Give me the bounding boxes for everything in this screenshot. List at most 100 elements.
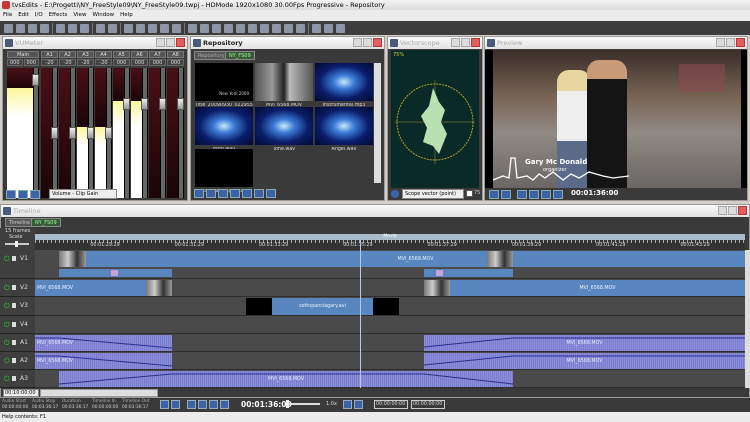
paste-icon[interactable] [80, 23, 89, 33]
power-icon[interactable]: ⏻ [4, 284, 10, 293]
minimize-button[interactable] [451, 38, 460, 47]
minimize-button[interactable] [353, 38, 362, 47]
repo-capture-button[interactable] [206, 189, 216, 198]
menu-file[interactable]: File [3, 12, 12, 18]
repo-color-button[interactable] [230, 189, 240, 198]
maximize-button[interactable] [166, 38, 175, 47]
repository-item[interactable]: Instrumental.mp3 [315, 63, 373, 113]
vu-down-button[interactable] [6, 190, 16, 199]
zoom-icon[interactable] [296, 23, 305, 33]
step-back-button[interactable] [198, 400, 207, 409]
clip-a1-a[interactable]: MVI_6568.MOV [35, 335, 172, 351]
power-icon[interactable] [391, 190, 399, 198]
menu-effects[interactable]: Effects [49, 12, 68, 18]
timeline-position-field[interactable]: 00:10:00:00 [3, 389, 39, 397]
vu-gain-fader[interactable] [123, 97, 130, 110]
repo-grid-button[interactable] [266, 189, 276, 198]
timeline-ruler[interactable] [35, 240, 745, 250]
tab-ny-fs09[interactable]: NY_FS09 [31, 218, 61, 227]
menu-help[interactable]: Help [120, 12, 133, 18]
split-icon[interactable] [124, 23, 133, 33]
group-icon[interactable] [160, 23, 169, 33]
scale-label[interactable]: Scale [5, 234, 35, 240]
go-start-button[interactable] [187, 400, 196, 409]
timeline-hscrollbar[interactable] [40, 389, 158, 397]
render-icon[interactable] [284, 23, 293, 33]
speed-slider[interactable] [286, 400, 320, 408]
undo-icon[interactable] [96, 23, 105, 33]
vu-mode-select[interactable]: Volume - Clip Gain [49, 189, 117, 199]
vu-gain-fader[interactable] [105, 127, 112, 139]
copy-icon[interactable] [68, 23, 77, 33]
monitor-icon[interactable] [260, 23, 269, 33]
lock-icon[interactable] [12, 285, 16, 290]
list-icon[interactable] [324, 23, 333, 33]
lock-icon[interactable] [12, 376, 16, 381]
settings-icon[interactable] [40, 23, 49, 33]
play-range-button[interactable] [501, 190, 511, 199]
power-icon[interactable]: ⏻ [4, 321, 10, 330]
power-icon[interactable]: ⏻ [4, 302, 10, 311]
clip-a2-b[interactable]: MVI_6568.MOV [424, 353, 745, 369]
vu-settings-button[interactable] [30, 190, 40, 199]
repo-record-button[interactable] [242, 189, 252, 198]
tab-timeline[interactable]: Timeline [5, 218, 35, 227]
clip-a2-a[interactable]: MVI_6568.MOV [35, 353, 172, 369]
menu-view[interactable]: View [73, 12, 86, 18]
close-button[interactable] [471, 38, 480, 47]
go-end-button[interactable] [220, 400, 229, 409]
vu-mix-button[interactable] [18, 190, 28, 199]
trim-icon[interactable] [136, 23, 145, 33]
checkbox-75[interactable] [466, 190, 473, 197]
go-start-button[interactable] [517, 190, 527, 199]
repository-item[interactable]: Angel.wav [315, 107, 373, 157]
menu-edit[interactable]: Edit [18, 12, 29, 18]
close-button[interactable] [738, 206, 747, 215]
tab-repository[interactable]: Repository [194, 51, 229, 60]
clip-v1[interactable]: MVI_6568.MOV [86, 251, 745, 267]
cut-icon[interactable] [56, 23, 65, 33]
vu-gain-fader[interactable] [177, 97, 184, 110]
clip-v3[interactable]: sottopanciagary.avi [272, 298, 373, 315]
maximize-button[interactable] [363, 38, 372, 47]
clip-a1-b[interactable]: MVI_6568.MOV [424, 335, 745, 351]
repo-folder-button[interactable] [218, 189, 228, 198]
close-button[interactable] [736, 38, 745, 47]
layout-icon[interactable] [312, 23, 321, 33]
close-button[interactable] [373, 38, 382, 47]
repository-scrollbar[interactable] [374, 63, 381, 183]
lock-icon[interactable] [12, 358, 16, 363]
clip-a3[interactable]: MVI_6568.MOV [59, 371, 513, 387]
menu-window[interactable]: Window [92, 12, 114, 18]
timeline-vscrollbar[interactable] [745, 250, 750, 388]
marker-icon[interactable] [172, 23, 181, 33]
minimize-button[interactable] [718, 206, 727, 215]
mark-in-button[interactable] [343, 400, 352, 409]
audio-icon[interactable] [248, 23, 257, 33]
play-button[interactable] [541, 190, 551, 199]
step-back-button[interactable] [529, 190, 539, 199]
scope-mode-select[interactable]: Scope vector (point) [402, 189, 464, 199]
close-button[interactable] [176, 38, 185, 47]
film-icon[interactable] [272, 23, 281, 33]
vu-gain-fader[interactable] [51, 127, 58, 139]
redo-icon[interactable] [108, 23, 117, 33]
maximize-button[interactable] [461, 38, 470, 47]
power-icon[interactable]: ⏻ [4, 255, 10, 264]
power-icon[interactable]: ⏻ [4, 357, 10, 366]
ripple-icon[interactable] [148, 23, 157, 33]
vu-gain-fader[interactable] [87, 127, 94, 139]
lift-icon[interactable] [212, 23, 221, 33]
tab-ny-fs09[interactable]: NY_FS09 [225, 51, 255, 60]
unlink-icon[interactable] [236, 23, 245, 33]
play-range-button[interactable] [171, 400, 180, 409]
mark-out-button[interactable] [354, 400, 363, 409]
out-point-field[interactable]: 00:00:00:00 [411, 400, 445, 409]
track-lane-v4[interactable] [35, 316, 745, 334]
clip-v2-b[interactable]: MVI_6568.MOV [450, 280, 745, 296]
in-point-field[interactable]: 00:00:00:00 [374, 400, 408, 409]
minimize-button[interactable] [716, 38, 725, 47]
loop-button[interactable] [489, 190, 499, 199]
lock-icon[interactable] [12, 322, 16, 327]
go-end-button[interactable] [553, 190, 563, 199]
